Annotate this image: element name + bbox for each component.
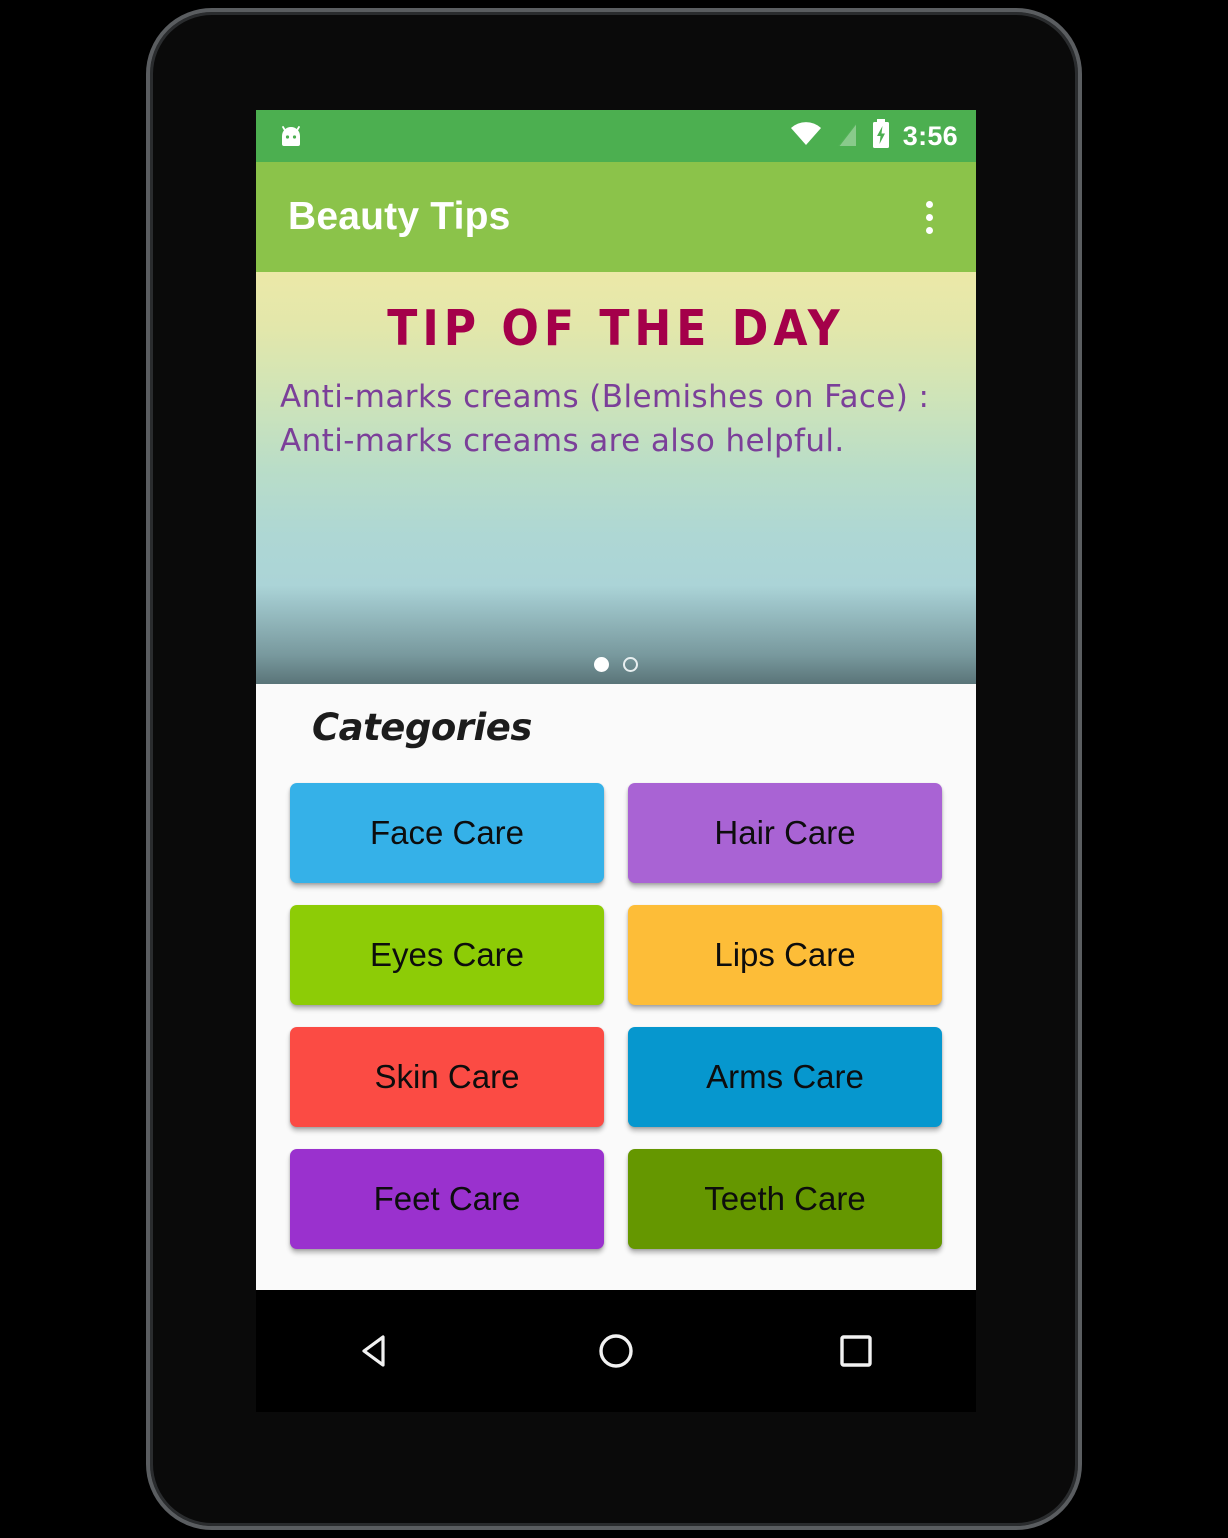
categories-section: Categories Face Care Hair Care Eyes Care… [256, 684, 976, 1290]
status-icons-group: 3:56 [789, 118, 958, 154]
category-label: Feet Care [373, 1180, 521, 1217]
category-label: Eyes Care [369, 936, 525, 973]
carousel-dot-2[interactable] [623, 657, 638, 672]
home-icon[interactable] [571, 1306, 661, 1396]
category-label: Arms Care [706, 1058, 864, 1095]
overflow-dot [925, 226, 933, 234]
category-grid: Face Care Hair Care Eyes Care Lips Care … [290, 783, 942, 1249]
category-label: Face Care [369, 814, 525, 851]
category-label: Teeth Care [704, 1180, 866, 1217]
overflow-dot [925, 213, 933, 221]
android-head-icon [278, 124, 304, 148]
app-title: Beauty Tips [288, 195, 511, 238]
overflow-dot [925, 200, 933, 208]
category-button-hair-care[interactable]: Hair Care [628, 783, 942, 883]
tip-of-the-day-text: Anti-marks creams (Blemishes on Face) : … [280, 379, 930, 460]
back-icon[interactable] [331, 1306, 421, 1396]
status-bar: 3:56 [256, 110, 976, 162]
category-button-face-care[interactable]: Face Care [290, 783, 604, 883]
carousel-page-indicator [256, 657, 976, 672]
carousel-dot-1[interactable] [594, 657, 609, 672]
no-sim-icon [835, 119, 859, 154]
category-label: Hair Care [714, 814, 856, 851]
category-button-skin-care[interactable]: Skin Care [290, 1027, 604, 1127]
tip-of-the-day-card[interactable]: Tip of the day Anti-marks creams (Blemis… [256, 272, 976, 684]
status-bar-clock: 3:56 [902, 120, 958, 151]
app-bar: Beauty Tips [256, 162, 976, 272]
category-button-arms-care[interactable]: Arms Care [628, 1027, 942, 1127]
category-button-lips-care[interactable]: Lips Care [628, 905, 942, 1005]
category-button-teeth-care[interactable]: Teeth Care [628, 1149, 942, 1249]
category-label: Lips Care [714, 936, 856, 973]
android-navigation-bar [256, 1290, 976, 1412]
categories-heading: Categories [312, 706, 532, 749]
category-button-eyes-care[interactable]: Eyes Care [290, 905, 604, 1005]
category-label: Skin Care [374, 1058, 520, 1095]
category-button-feet-care[interactable]: Feet Care [290, 1149, 604, 1249]
overflow-menu-icon[interactable] [906, 194, 952, 240]
battery-charging-icon [871, 118, 891, 154]
wifi-icon [789, 121, 823, 152]
phone-screen: 3:56 Beauty Tips Tip of the day Anti-mar… [256, 110, 976, 1290]
recents-icon[interactable] [811, 1306, 901, 1396]
tip-of-the-day-title: Tip of the day [387, 300, 845, 357]
